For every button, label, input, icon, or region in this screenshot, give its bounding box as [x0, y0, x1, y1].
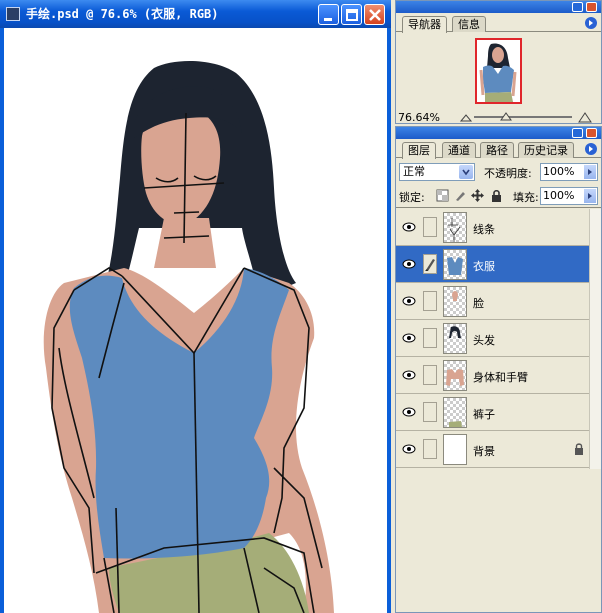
document-title: 手绘.psd @ 76.6% (衣服, RGB) — [26, 7, 219, 21]
fill-label: 填充: — [513, 191, 539, 204]
layers-menu-arrow-icon[interactable] — [584, 143, 598, 155]
lock-image-brush-icon[interactable] — [454, 189, 467, 202]
tab-layers[interactable]: 图层 — [402, 142, 436, 159]
layers-minimize-button[interactable] — [572, 128, 583, 138]
blend-mode-select[interactable]: 正常 — [399, 163, 475, 181]
layers-close-button[interactable] — [586, 128, 597, 138]
layers-scrollbar[interactable] — [589, 209, 601, 469]
zoom-out-icon[interactable] — [460, 111, 472, 123]
navigator-panel: 导航器 信息 76.64% — [395, 0, 602, 124]
layer-name[interactable]: 身体和手臂 — [473, 369, 528, 385]
navigator-preview-art — [479, 43, 517, 102]
layer-link-box[interactable] — [423, 365, 437, 385]
layer-row-clothes[interactable]: 衣服 — [396, 246, 589, 283]
layer-locked-icon — [575, 443, 583, 455]
visibility-eye-icon[interactable] — [402, 258, 416, 270]
visibility-eye-icon[interactable] — [402, 295, 416, 307]
opacity-value: 100% — [543, 165, 575, 178]
lock-all-icon[interactable] — [490, 189, 503, 202]
chevron-down-icon[interactable] — [459, 165, 473, 179]
layers-panel: 图层 通道 路径 历史记录 正常 不透明度: 100% 锁定: 填充: 100% — [395, 126, 602, 613]
layers-tabs: 图层 通道 路径 历史记录 — [396, 139, 601, 159]
layer-list: 线条 衣服 脸 头发 身体和手臂 裤子 背景 — [396, 209, 589, 469]
layer-thumbnail-lines — [443, 212, 467, 243]
opacity-field[interactable]: 100% — [540, 163, 598, 181]
layer-brush-indicator[interactable] — [423, 254, 437, 274]
layer-row-lines[interactable]: 线条 — [396, 209, 589, 246]
layer-thumbnail-pants — [443, 397, 467, 428]
layer-row-hair[interactable]: 头发 — [396, 320, 589, 357]
layer-name[interactable]: 裤子 — [473, 406, 495, 422]
layer-thumbnail-clothes — [443, 249, 467, 280]
zoom-in-icon[interactable] — [578, 111, 592, 123]
maximize-icon — [346, 9, 358, 21]
minimize-icon — [324, 18, 332, 21]
navigator-zoom-value[interactable]: 76.64% — [398, 111, 440, 124]
paintbrush-icon — [425, 259, 435, 271]
navigator-tabs: 导航器 信息 — [396, 13, 601, 33]
layer-row-face[interactable]: 脸 — [396, 283, 589, 320]
fill-field[interactable]: 100% — [540, 187, 598, 205]
visibility-eye-icon[interactable] — [402, 332, 416, 344]
photoshop-document-icon — [6, 7, 20, 21]
layer-name[interactable]: 背景 — [473, 443, 495, 459]
maximize-button[interactable] — [341, 4, 362, 25]
fill-value: 100% — [543, 189, 575, 202]
navigator-preview-thumbnail[interactable] — [475, 38, 522, 104]
layer-thumbnail-background — [443, 434, 467, 465]
opacity-arrow-icon[interactable] — [584, 165, 596, 179]
illustration-canvas-art — [43, 61, 334, 613]
layer-link-box[interactable] — [423, 328, 437, 348]
layer-name[interactable]: 脸 — [473, 295, 484, 311]
blend-mode-row: 正常 不透明度: 100% — [396, 162, 601, 184]
opacity-label: 不透明度: — [484, 167, 532, 180]
close-button[interactable] — [364, 4, 385, 25]
layer-name[interactable]: 头发 — [473, 332, 495, 348]
navigator-minimize-button[interactable] — [572, 2, 583, 12]
visibility-eye-icon[interactable] — [402, 406, 416, 418]
tab-info[interactable]: 信息 — [452, 16, 486, 32]
navigator-zoom-slider[interactable] — [474, 116, 572, 118]
layer-link-box[interactable] — [423, 291, 437, 311]
panel-menu-arrow-icon[interactable] — [584, 17, 598, 29]
layer-link-box[interactable] — [423, 439, 437, 459]
layers-panel-bar[interactable] — [396, 127, 601, 139]
layer-link-box[interactable] — [423, 217, 437, 237]
visibility-eye-icon[interactable] — [402, 221, 416, 233]
layer-thumbnail-face — [443, 286, 467, 317]
layer-row-body-and-arms[interactable]: 身体和手臂 — [396, 357, 589, 394]
navigator-zoom-row: 76.64% — [396, 111, 601, 124]
document-title-bar[interactable]: 手绘.psd @ 76.6% (衣服, RGB) — [0, 0, 391, 28]
minimize-button[interactable] — [318, 4, 339, 25]
layer-row-pants[interactable]: 裤子 — [396, 394, 589, 431]
tab-channels[interactable]: 通道 — [442, 142, 476, 158]
tab-history[interactable]: 历史记录 — [518, 142, 574, 158]
layer-link-box[interactable] — [423, 402, 437, 422]
fill-arrow-icon[interactable] — [584, 189, 596, 203]
layer-name[interactable]: 线条 — [473, 221, 495, 237]
zoom-slider-handle-icon[interactable] — [500, 111, 512, 121]
lock-row: 锁定: 填充: 100% — [396, 186, 601, 208]
layer-name[interactable]: 衣服 — [473, 258, 495, 274]
tab-paths[interactable]: 路径 — [480, 142, 514, 158]
visibility-eye-icon[interactable] — [402, 369, 416, 381]
close-icon — [369, 9, 381, 21]
lock-position-move-icon[interactable] — [471, 189, 484, 202]
lock-label: 锁定: — [399, 191, 425, 204]
visibility-eye-icon[interactable] — [402, 443, 416, 455]
blend-mode-value: 正常 — [403, 165, 425, 178]
layer-thumbnail-body — [443, 360, 467, 391]
layer-row-background[interactable]: 背景 — [396, 431, 589, 468]
lock-transparency-icon[interactable] — [436, 189, 449, 202]
tab-navigator[interactable]: 导航器 — [402, 16, 447, 33]
navigator-close-button[interactable] — [586, 2, 597, 12]
document-canvas[interactable] — [4, 28, 387, 613]
navigator-panel-bar[interactable] — [396, 1, 601, 13]
layer-thumbnail-hair — [443, 323, 467, 354]
document-window: 手绘.psd @ 76.6% (衣服, RGB) — [0, 0, 391, 613]
